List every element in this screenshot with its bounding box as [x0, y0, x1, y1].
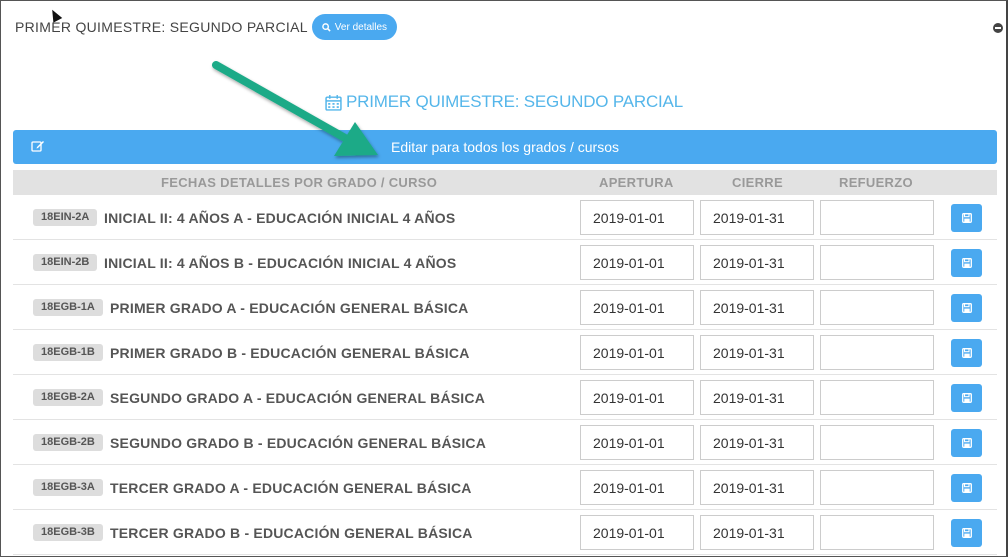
save-button[interactable] — [951, 429, 982, 457]
course-name: PRIMER GRADO B - EDUCACIÓN GENERAL BÁSIC… — [110, 345, 470, 361]
table-row: 18EGB-2B SEGUNDO GRADO B - EDUCACIÓN GEN… — [13, 420, 997, 465]
course-code-badge: 18EIN-2A — [33, 209, 98, 226]
cierre-date-input[interactable] — [700, 515, 814, 550]
save-icon — [961, 303, 972, 313]
save-icon — [961, 258, 972, 268]
cierre-date-input[interactable] — [700, 425, 814, 460]
apertura-date-input[interactable] — [580, 200, 694, 235]
apertura-date-input[interactable] — [580, 380, 694, 415]
panel-title-text: PRIMER QUIMESTRE: SEGUNDO PARCIAL — [346, 92, 683, 111]
apertura-date-input[interactable] — [580, 245, 694, 280]
table-row: 18EGB-3B TERCER GRADO B - EDUCACIÓN GENE… — [13, 510, 997, 555]
course-name: SEGUNDO GRADO B - EDUCACIÓN GENERAL BÁSI… — [110, 435, 487, 451]
save-icon — [961, 438, 972, 448]
course-code-badge: 18EGB-1A — [33, 299, 103, 316]
save-icon — [961, 528, 972, 538]
save-button[interactable] — [951, 204, 982, 232]
table-row: 18EGB-3A TERCER GRADO A - EDUCACIÓN GENE… — [13, 465, 997, 510]
table-row: 18EGB-2A SEGUNDO GRADO A - EDUCACIÓN GEN… — [13, 375, 997, 420]
cierre-date-input[interactable] — [700, 290, 814, 325]
table-header: FECHAS DETALLES POR GRADO / CURSO APERTU… — [13, 170, 997, 195]
refuerzo-date-input[interactable] — [820, 335, 934, 370]
course-code-badge: 18EIN-2B — [33, 254, 98, 271]
save-button[interactable] — [951, 384, 982, 412]
minus-circle-icon[interactable] — [993, 23, 1003, 33]
course-code-badge: 18EGB-3A — [33, 479, 103, 496]
refuerzo-date-input[interactable] — [820, 200, 934, 235]
cierre-date-input[interactable] — [700, 200, 814, 235]
course-name: INICIAL II: 4 AÑOS B - EDUCACIÓN INICIAL… — [104, 255, 457, 271]
column-header-refuerzo: REFUERZO — [839, 175, 913, 190]
course-name: PRIMER GRADO A - EDUCACIÓN GENERAL BÁSIC… — [110, 300, 469, 316]
save-icon — [961, 348, 972, 358]
refuerzo-date-input[interactable] — [820, 380, 934, 415]
apertura-date-input[interactable] — [580, 425, 694, 460]
course-name: SEGUNDO GRADO A - EDUCACIÓN GENERAL BÁSI… — [110, 390, 486, 406]
save-button[interactable] — [951, 474, 982, 502]
save-button[interactable] — [951, 294, 982, 322]
course-code-badge: 18EGB-1B — [33, 344, 103, 361]
table-row: 18EIN-2A INICIAL II: 4 AÑOS A - EDUCACIÓ… — [13, 195, 997, 240]
refuerzo-date-input[interactable] — [820, 470, 934, 505]
table-row: 18EGB-1B PRIMER GRADO B - EDUCACIÓN GENE… — [13, 330, 997, 375]
save-button[interactable] — [951, 519, 982, 547]
course-code-badge: 18EGB-3B — [33, 524, 103, 541]
panel-header: PRIMER QUIMESTRE: SEGUNDO PARCIAL Ver de… — [15, 14, 398, 40]
refuerzo-date-input[interactable] — [820, 290, 934, 325]
panel-title: PRIMER QUIMESTRE: SEGUNDO PARCIAL — [0, 92, 1008, 112]
refuerzo-date-input[interactable] — [820, 515, 934, 550]
course-name: INICIAL II: 4 AÑOS A - EDUCACIÓN INICIAL… — [104, 210, 456, 226]
apertura-date-input[interactable] — [580, 515, 694, 550]
apertura-date-input[interactable] — [580, 335, 694, 370]
edit-all-label: Editar para todos los grados / cursos — [390, 139, 619, 155]
apertura-date-input[interactable] — [580, 470, 694, 505]
column-header-course: FECHAS DETALLES POR GRADO / CURSO — [161, 175, 438, 190]
search-icon — [321, 22, 331, 32]
table-row: 18EIN-2B INICIAL II: 4 AÑOS B - EDUCACIÓ… — [13, 240, 997, 285]
header-title: PRIMER QUIMESTRE: SEGUNDO PARCIAL — [15, 19, 308, 35]
save-button[interactable] — [951, 249, 982, 277]
details-button-label: Ver detalles — [334, 21, 388, 33]
save-icon — [961, 483, 972, 493]
details-button[interactable]: Ver detalles — [311, 14, 398, 40]
cierre-date-input[interactable] — [700, 470, 814, 505]
refuerzo-date-input[interactable] — [820, 245, 934, 280]
course-code-badge: 18EGB-2A — [33, 389, 103, 406]
save-button[interactable] — [951, 339, 982, 367]
cierre-date-input[interactable] — [700, 335, 814, 370]
table-row: 18EGB-1A PRIMER GRADO A - EDUCACIÓN GENE… — [13, 285, 997, 330]
refuerzo-date-input[interactable] — [820, 425, 934, 460]
course-name: TERCER GRADO B - EDUCACIÓN GENERAL BÁSIC… — [110, 525, 473, 541]
apertura-date-input[interactable] — [580, 290, 694, 325]
cierre-date-input[interactable] — [700, 245, 814, 280]
course-name: TERCER GRADO A - EDUCACIÓN GENERAL BÁSIC… — [110, 480, 472, 496]
edit-icon — [31, 141, 44, 152]
column-header-cierre: CIERRE — [732, 175, 783, 190]
save-icon — [961, 213, 972, 223]
course-code-badge: 18EGB-2B — [33, 434, 103, 451]
calendar-icon — [325, 94, 342, 111]
save-icon — [961, 393, 972, 403]
edit-all-button[interactable]: Editar para todos los grados / cursos — [13, 130, 997, 164]
cierre-date-input[interactable] — [700, 380, 814, 415]
column-header-apertura: APERTURA — [599, 175, 674, 190]
